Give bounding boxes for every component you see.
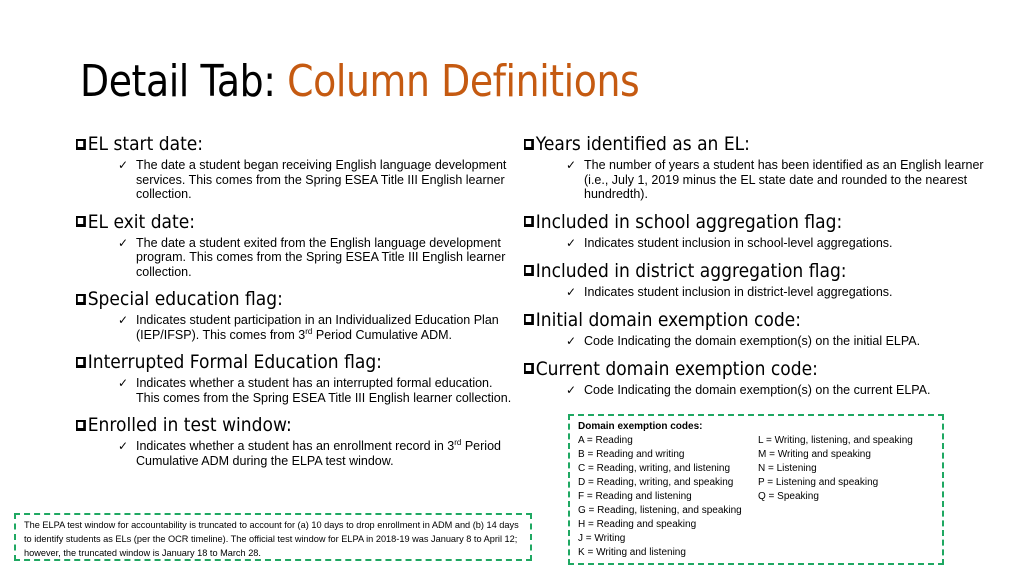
code-entry: A = Reading [578, 435, 633, 446]
code-entry: B = Reading and writing [578, 449, 685, 460]
definition-heading: EL start date: [87, 133, 204, 155]
definition-text: Indicates whether a student has an inter… [136, 376, 512, 405]
checkmark-icon: ✓ [118, 158, 129, 172]
definition-interrupted-formal-education-flag: Interrupted Formal Education flag: ✓ Indi… [76, 350, 516, 405]
definition-heading: Enrolled in test window: [87, 414, 292, 436]
checkbox-bullet-icon [76, 293, 86, 305]
definition-heading: Interrupted Formal Education flag: [87, 351, 382, 373]
test-window-note: The ELPA test window for accountability … [14, 513, 532, 561]
codes-title: Domain exemption codes: [578, 421, 703, 432]
code-entry: G = Reading, listening, and speaking [578, 505, 742, 516]
code-entry: F = Reading and listening [578, 491, 692, 502]
definition-years-identified-as-el: Years identified as an EL: ✓ The number o… [524, 132, 984, 202]
slide-title: Detail Tab: Column Definitions [80, 56, 640, 108]
checkbox-bullet-icon [524, 314, 534, 325]
codes-column-1: A = Reading B = Reading and writing C = … [578, 434, 758, 560]
domain-exemption-codes-box: Domain exemption codes: A = Reading B = … [568, 414, 944, 565]
text-part: Indicates whether a student has an enrol… [136, 439, 455, 453]
checkmark-icon: ✓ [566, 284, 577, 299]
title-prefix: Detail Tab: [80, 56, 288, 107]
checkbox-bullet-icon [524, 265, 534, 276]
checkmark-icon: ✓ [118, 313, 129, 327]
definition-heading: Special education flag: [87, 288, 283, 310]
checkbox-bullet-icon [76, 356, 86, 368]
code-entry: M = Writing and speaking [758, 449, 871, 460]
checkmark-icon: ✓ [118, 439, 129, 453]
checkmark-icon: ✓ [566, 333, 577, 348]
checkbox-bullet-icon [524, 363, 534, 374]
definition-heading: Included in district aggregation flag: [535, 259, 847, 282]
definition-text: The date a student began receiving Engli… [136, 158, 507, 201]
text-part: Period Cumulative ADM. [312, 327, 453, 342]
left-column: EL start date: ✓ The date a student began… [76, 132, 516, 476]
title-accent: Column Definitions [287, 56, 640, 107]
definition-school-aggregation-flag: Included in school aggregation flag: ✓ In… [524, 210, 984, 251]
definition-el-exit-date: EL exit date: ✓ The date a student exited… [76, 210, 516, 280]
checkbox-bullet-icon [524, 216, 534, 227]
checkbox-bullet-icon [76, 419, 86, 431]
checkmark-icon: ✓ [118, 235, 129, 250]
code-entry: H = Reading and speaking [578, 519, 697, 530]
checkmark-icon: ✓ [566, 158, 577, 172]
code-entry: Q = Speaking [758, 491, 819, 502]
checkmark-icon: ✓ [566, 235, 577, 250]
definition-heading: EL exit date: [87, 210, 196, 233]
definition-initial-domain-exemption-code: Initial domain exemption code: ✓ Code Ind… [524, 308, 984, 349]
definition-district-aggregation-flag: Included in district aggregation flag: ✓… [524, 259, 984, 300]
code-entry: N = Listening [758, 463, 817, 474]
code-entry: K = Writing and listening [578, 547, 686, 558]
definition-text: Code Indicating the domain exemption(s) … [584, 382, 931, 397]
definition-text: The date a student exited from the Engli… [136, 235, 506, 279]
definition-text: Indicates student participation in an In… [136, 313, 516, 342]
definition-text: The number of years a student has been i… [584, 158, 984, 201]
codes-column-2: L = Writing, listening, and speaking M =… [758, 434, 934, 560]
definition-current-domain-exemption-code: Current domain exemption code: ✓ Code Ind… [524, 357, 984, 398]
codes-grid: A = Reading B = Reading and writing C = … [578, 434, 934, 560]
definition-text: Code Indicating the domain exemption(s) … [584, 333, 921, 348]
definition-heading: Initial domain exemption code: [535, 308, 801, 331]
checkbox-bullet-icon [76, 216, 86, 227]
code-entry: C = Reading, writing, and listening [578, 463, 731, 474]
definition-heading: Years identified as an EL: [535, 133, 750, 155]
definition-heading: Current domain exemption code: [535, 357, 818, 380]
definition-el-start-date: EL start date: ✓ The date a student began… [76, 132, 516, 202]
definition-enrolled-in-test-window: Enrolled in test window: ✓ Indicates whet… [76, 413, 516, 468]
code-entry: L = Writing, listening, and speaking [758, 435, 913, 446]
definition-special-education-flag: Special education flag: ✓ Indicates stude… [76, 287, 516, 342]
code-entry: D = Reading, writing, and speaking [578, 477, 734, 488]
definition-text: Indicates whether a student has an enrol… [136, 438, 516, 468]
definition-heading: Included in school aggregation flag: [535, 210, 843, 233]
definition-text: Indicates student inclusion in district-… [584, 284, 893, 299]
checkmark-icon: ✓ [118, 376, 129, 390]
checkbox-bullet-icon [524, 138, 534, 150]
right-column: Years identified as an EL: ✓ The number o… [524, 132, 984, 406]
checkbox-bullet-icon [76, 138, 86, 150]
checkmark-icon: ✓ [566, 382, 577, 397]
code-entry: J = Writing [578, 533, 626, 544]
code-entry: P = Listening and speaking [758, 477, 879, 488]
definition-text: Indicates student inclusion in school-le… [584, 235, 893, 250]
